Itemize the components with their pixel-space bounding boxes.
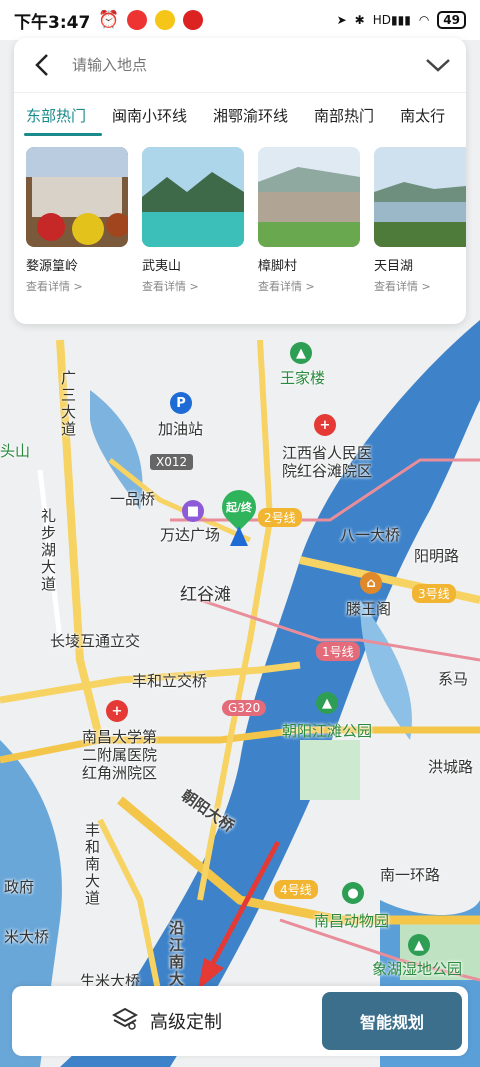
metro-line4: 4号线 <box>274 880 318 899</box>
map-label-toushan: 头山 <box>0 442 31 460</box>
destination-image <box>258 147 360 247</box>
map-label-honggutan: 红谷滩 <box>180 585 231 605</box>
current-location-icon <box>230 526 248 546</box>
back-icon[interactable] <box>28 51 56 79</box>
search-input[interactable] <box>70 55 424 75</box>
map-label-nanyihuan: 南一环路 <box>380 866 441 884</box>
advanced-custom-label: 高级定制 <box>150 1012 222 1033</box>
search-panel: 东部热门 闽南小环线 湘鄂渝环线 南部热门 南太行 婺源篁岭 查看详情 > 武夷… <box>14 38 466 324</box>
bottom-action-bar: 高级定制 智能规划 <box>12 986 468 1056</box>
tab-south-hot[interactable]: 南部热门 <box>314 95 374 136</box>
destination-detail-link[interactable]: 查看详情 > <box>374 278 466 294</box>
zoo-icon: ● <box>342 882 364 904</box>
status-left-icons: ⏰ <box>98 10 204 30</box>
destination-cards: 婺源篁岭 查看详情 > 武夷山 查看详情 > 樟脚村 查看详情 > 天目湖 查看… <box>14 137 466 294</box>
advanced-custom-button[interactable]: 高级定制 <box>12 1007 322 1036</box>
map-label-zoo: 南昌动物园 <box>314 912 390 930</box>
destination-card[interactable]: 樟脚村 查看详情 > <box>258 147 360 294</box>
destination-card[interactable]: 婺源篁岭 查看详情 > <box>26 147 128 294</box>
map-label-hospital1-b: 院红谷滩院区 <box>282 462 373 480</box>
tab-east-hot[interactable]: 东部热门 <box>23 95 103 136</box>
map-label-wangjialou: 王家楼 <box>280 369 326 387</box>
map-label-bayiqiao: 八一大桥 <box>340 526 401 544</box>
location-icon: ➤ <box>336 13 347 27</box>
metro-line2: 2号线 <box>258 508 302 527</box>
app2-icon <box>183 10 204 30</box>
destination-detail-link[interactable]: 查看详情 > <box>258 278 360 294</box>
map-label-xianghu: 象湖湿地公园 <box>372 960 463 978</box>
map-label-yipinqiao: 一品桥 <box>110 490 156 508</box>
layers-icon <box>111 1007 139 1036</box>
map-label-fenghe: 丰和立交桥 <box>132 672 208 690</box>
destination-image <box>142 147 244 247</box>
park-icon: ▲ <box>290 342 312 364</box>
map-label-midaqiao: 米大桥 <box>4 928 50 946</box>
map-label-wanda: 万达广场 <box>160 526 221 544</box>
destination-detail-link[interactable]: 查看详情 > <box>26 278 128 294</box>
route-tabs: 东部热门 闽南小环线 湘鄂渝环线 南部热门 南太行 <box>14 93 466 137</box>
road-g320: G320 <box>222 700 267 716</box>
tab-xiangeyu[interactable]: 湘鄂渝环线 <box>213 95 288 136</box>
map-label-lianbu: 礼步湖大道 <box>39 508 57 593</box>
status-time: 下午3:47 <box>14 12 91 33</box>
search-row <box>14 38 466 93</box>
bluetooth-icon: ✱ <box>354 13 365 27</box>
map-label-zhengfu: 政府 <box>4 878 35 896</box>
map-label-guangsan: 广三大道 <box>59 370 77 438</box>
map-label-fenghenan: 丰和南大道 <box>83 822 101 907</box>
map-label-changling: 长堎互通立交 <box>50 632 141 650</box>
map-label-yanjiang: 沿江南大 <box>167 920 185 988</box>
map-label-tengwangge: 滕王阁 <box>346 600 392 618</box>
metro-line3: 3号线 <box>412 584 456 603</box>
wifi-icon: ◠ <box>418 13 430 27</box>
status-bar: 下午3:47 ⏰ ➤ ✱ HD▮▮▮ ◠ 49 <box>0 0 480 40</box>
destination-title: 天目湖 <box>374 259 414 274</box>
gas-station-icon: P <box>170 392 192 414</box>
netease-icon <box>127 10 148 30</box>
app-icon <box>155 10 176 30</box>
destination-title: 武夷山 <box>142 259 182 274</box>
destination-title: 婺源篁岭 <box>26 259 79 274</box>
map-label-xima: 系马 <box>438 670 469 688</box>
landmark-icon: ⌂ <box>360 572 382 594</box>
signal-icon: HD▮▮▮ <box>372 13 411 27</box>
destination-card[interactable]: 武夷山 查看详情 > <box>142 147 244 294</box>
map-label-chaoyang-park: 朝阳江滩公园 <box>282 722 373 740</box>
smart-plan-button[interactable]: 智能规划 <box>322 992 462 1050</box>
map-label-yangminglu: 阳明路 <box>414 547 460 565</box>
status-right-icons: ➤ ✱ HD▮▮▮ ◠ 49 <box>337 11 466 29</box>
tab-nantaihang[interactable]: 南太行 <box>400 95 445 136</box>
alarm-icon: ⏰ <box>98 10 120 30</box>
road-x012: X012 <box>150 454 194 470</box>
tab-minnan[interactable]: 闽南小环线 <box>112 95 187 136</box>
destination-image <box>374 147 466 247</box>
destination-detail-link[interactable]: 查看详情 > <box>142 278 244 294</box>
hospital-icon: + <box>314 414 336 436</box>
map-label-gas-station: 加油站 <box>158 420 204 438</box>
destination-card[interactable]: 天目湖 查看详情 > <box>374 147 466 294</box>
chevron-down-icon[interactable] <box>424 51 452 79</box>
park2-icon: ▲ <box>316 692 338 714</box>
map-label-hongchenglu: 洪城路 <box>428 758 474 776</box>
wetland-icon: ▲ <box>408 934 430 956</box>
metro-line1: 1号线 <box>316 642 360 661</box>
destination-image <box>26 147 128 247</box>
destination-title: 樟脚村 <box>258 259 298 274</box>
hospital2-icon: + <box>106 700 128 722</box>
map-label-hospital2-c: 红角洲院区 <box>82 764 158 782</box>
mall-icon: ■ <box>182 500 204 522</box>
battery-icon: 49 <box>437 11 466 29</box>
